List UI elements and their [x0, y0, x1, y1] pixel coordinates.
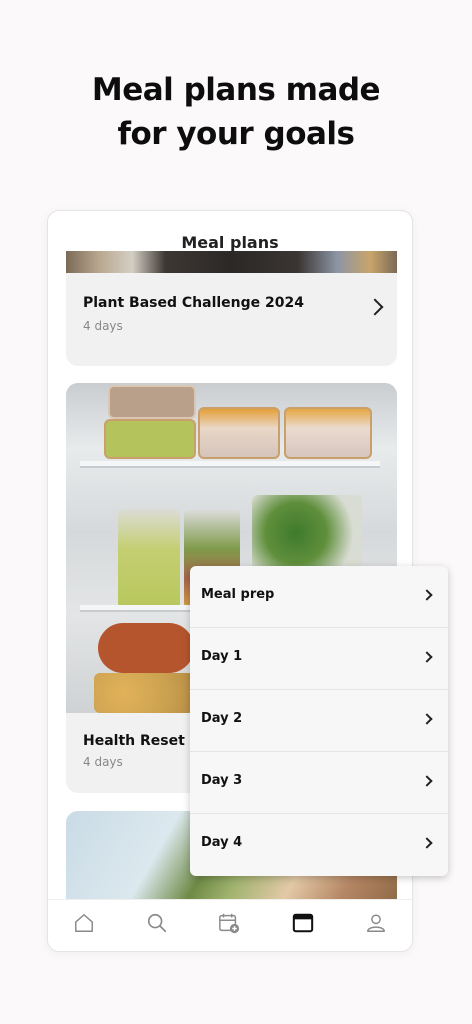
- nav-home[interactable]: [73, 912, 99, 936]
- hero-title: Meal plans made for your goals: [0, 68, 472, 156]
- dropdown-item-label: Meal prep: [201, 587, 275, 602]
- nav-profile[interactable]: [365, 912, 391, 936]
- meal-plan-duration: 4 days: [83, 755, 123, 769]
- container-image: [284, 407, 372, 459]
- dropdown-item-day-3[interactable]: Day 3: [190, 752, 448, 814]
- chevron-right-icon: [421, 651, 433, 663]
- dropdown-item-meal-prep[interactable]: Meal prep: [190, 566, 448, 628]
- meal-plan-image: [66, 251, 397, 273]
- container-image: [108, 385, 196, 419]
- nav-calendar-add[interactable]: [218, 912, 244, 936]
- potatoes-image: [94, 673, 194, 713]
- home-icon: [75, 914, 93, 932]
- dropdown-item-day-4[interactable]: Day 4: [190, 814, 448, 876]
- nav-search[interactable]: [146, 912, 172, 936]
- meal-plan-card-plant-based[interactable]: Plant Based Challenge 2024 4 days: [66, 251, 397, 366]
- dropdown-item-label: Day 2: [201, 711, 243, 726]
- search-icon: [147, 913, 167, 933]
- hero-title-line-1: Meal plans made: [91, 72, 381, 108]
- chevron-right-icon: [421, 713, 433, 725]
- dropdown-item-label: Day 4: [201, 835, 243, 850]
- sweet-potato-image: [98, 623, 194, 673]
- nav-meal-plans[interactable]: [292, 912, 318, 936]
- dropdown-item-day-2[interactable]: Day 2: [190, 690, 448, 752]
- meal-plan-duration: 4 days: [83, 319, 123, 333]
- bottom-navigation: [48, 899, 412, 951]
- dropdown-item-day-1[interactable]: Day 1: [190, 628, 448, 690]
- meal-plan-title: Plant Based Challenge 2024: [83, 295, 304, 311]
- meal-plan-title: Health Reset: [83, 733, 185, 749]
- dropdown-item-label: Day 3: [201, 773, 243, 788]
- container-image: [104, 419, 196, 459]
- profile-icon: [367, 914, 385, 932]
- hero-title-line-2: for your goals: [117, 116, 355, 152]
- chevron-right-icon: [421, 589, 433, 601]
- calendar-add-icon: [219, 913, 240, 934]
- chevron-right-icon: [421, 837, 433, 849]
- meal-plans-icon: [292, 913, 314, 933]
- dropdown-item-label: Day 1: [201, 649, 243, 664]
- fridge-shelf: [80, 461, 380, 468]
- container-image: [198, 407, 280, 459]
- chevron-right-icon: [366, 298, 384, 316]
- meal-plan-dropdown: Meal prep Day 1 Day 2 Day 3 Day 4: [190, 566, 448, 876]
- screen-title: Meal plans: [181, 233, 279, 252]
- greens-image: [252, 495, 362, 571]
- jar-image: [118, 509, 180, 609]
- chevron-right-icon: [421, 775, 433, 787]
